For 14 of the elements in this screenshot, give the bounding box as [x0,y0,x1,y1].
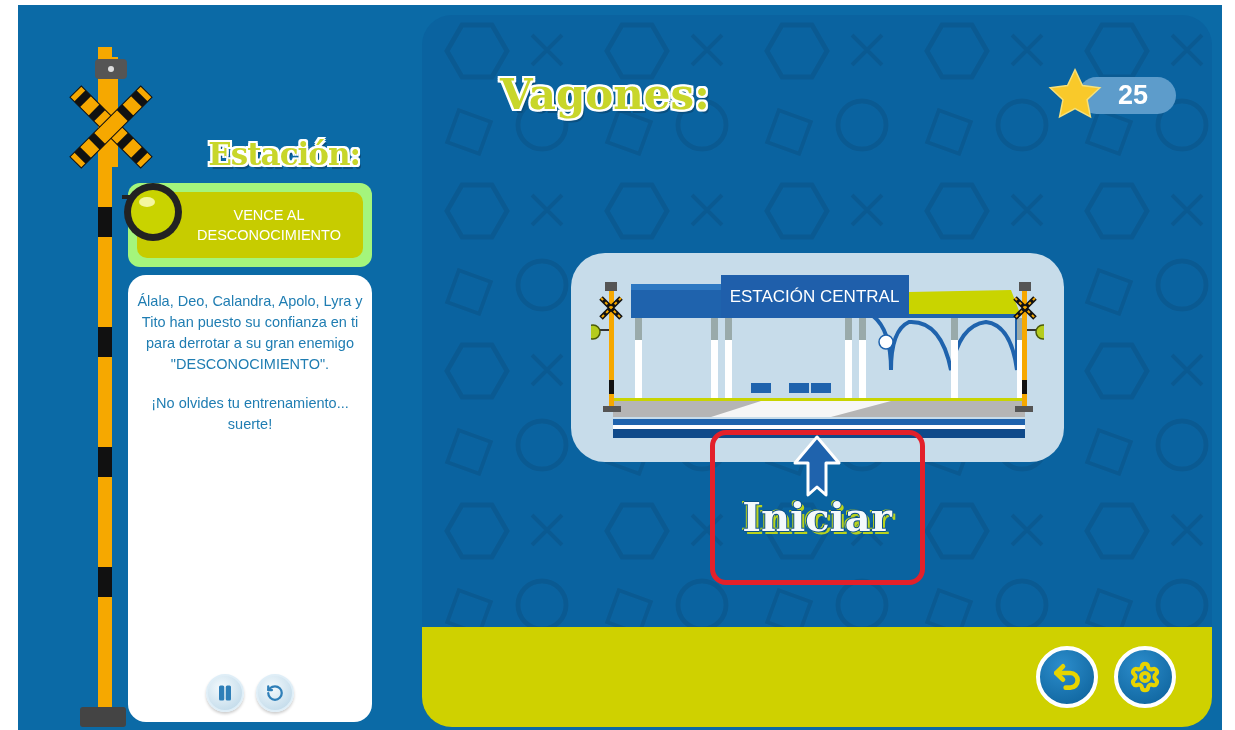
pause-icon [216,684,234,702]
restart-button[interactable] [256,674,294,712]
message-text: Álala, Deo, Calandra, Apolo, Lyra y Tito han puesto su confianza en ti para derrotar a su gran enemigo "DESCONOCIMIENTO". [136,292,364,375]
message-text: ¡No olvides tu entrenamiento... suerte! [150,394,350,435]
start-button[interactable]: Iniciar [742,435,892,580]
station-sign: ESTACIÓN CENTRAL [720,275,909,318]
pause-button[interactable] [206,674,244,712]
up-arrow-icon [792,435,842,497]
wagons-title: Vagones: [500,71,710,119]
pole-base-drawing [80,707,126,727]
restart-icon [266,684,284,702]
undo-arrow-icon [1051,661,1083,693]
station-title: Estación: [208,137,360,172]
settings-icon [1129,661,1161,693]
